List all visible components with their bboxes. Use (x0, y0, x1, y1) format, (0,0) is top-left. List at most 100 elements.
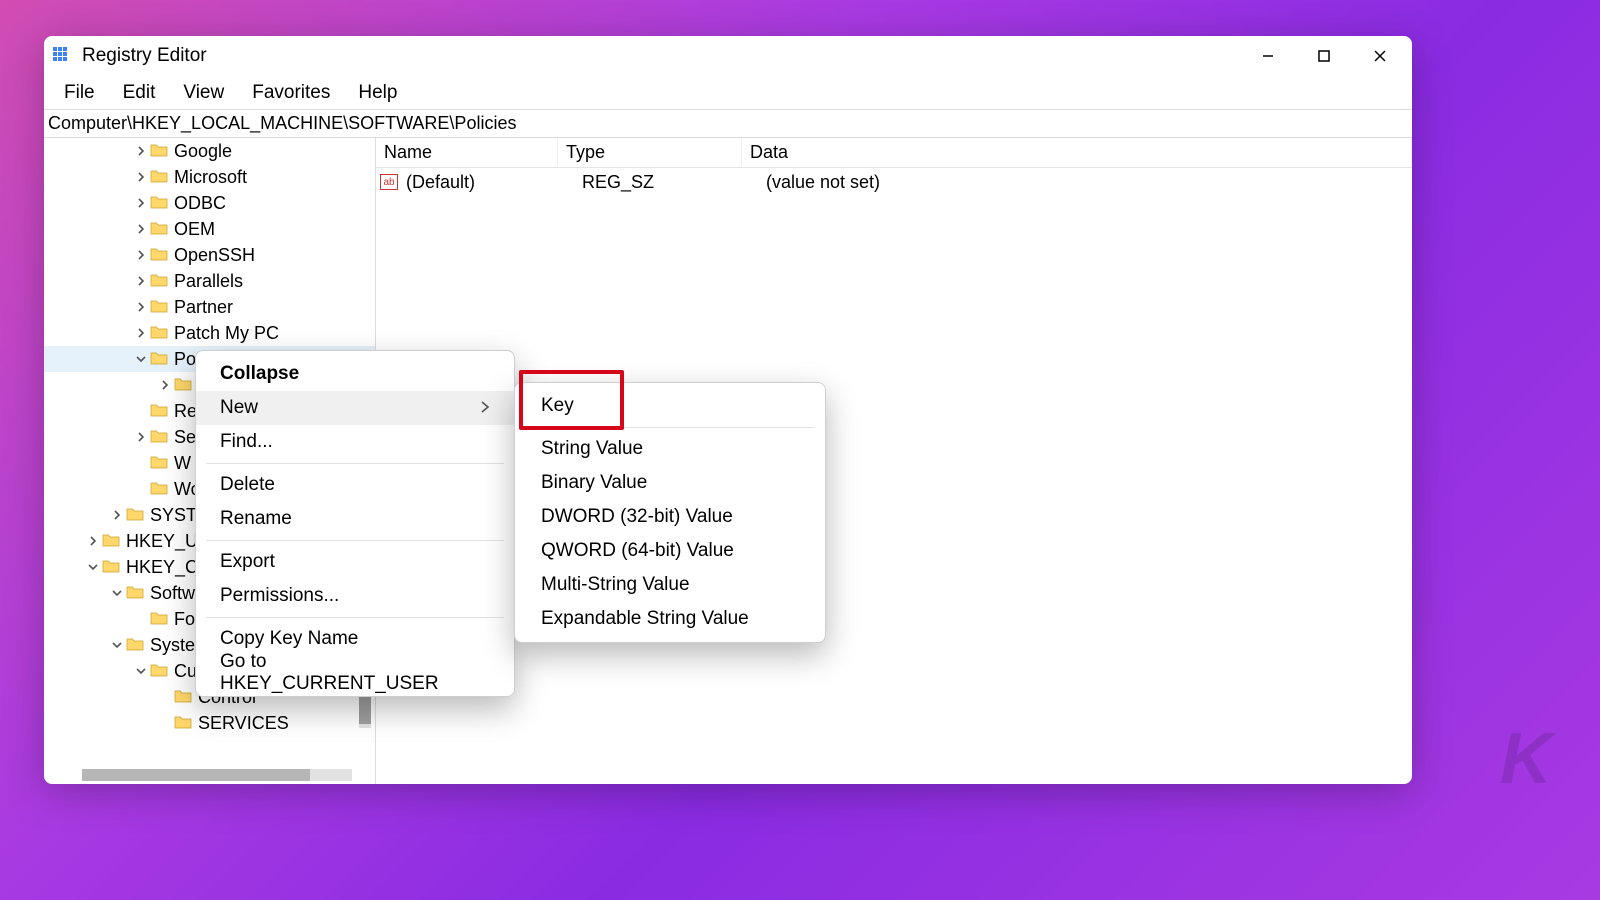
ctx-new[interactable]: New (196, 391, 514, 425)
tree-node[interactable]: SERVICES (44, 710, 375, 736)
chevron-right-icon[interactable] (158, 378, 172, 392)
menu-edit[interactable]: Edit (109, 78, 170, 108)
tree-node-label: Microsoft (174, 167, 247, 188)
tree-node[interactable]: OEM (44, 216, 375, 242)
maximize-button[interactable] (1296, 36, 1352, 76)
tree-node[interactable]: Microsoft (44, 164, 375, 190)
folder-icon (150, 453, 174, 474)
tree-node-label: Softw (150, 583, 195, 604)
tree-node[interactable]: Parallels (44, 268, 375, 294)
window-title: Registry Editor (82, 45, 1240, 67)
folder-icon (150, 141, 174, 162)
tree-node-label: Syste (150, 635, 195, 656)
new-key[interactable]: Key (515, 389, 825, 423)
folder-icon (150, 401, 174, 422)
new-binary-value[interactable]: Binary Value (515, 466, 825, 500)
tree-node-label: Patch My PC (174, 323, 279, 344)
address-bar[interactable]: Computer\HKEY_LOCAL_MACHINE\SOFTWARE\Pol… (44, 110, 1412, 138)
watermark: K (1500, 718, 1548, 800)
folder-icon (150, 193, 174, 214)
ctx-sep-2 (206, 540, 504, 541)
value-data: (value not set) (764, 172, 1412, 193)
value-row[interactable]: ab (Default) REG_SZ (value not set) (376, 168, 1412, 196)
tree-node-label: SERVICES (198, 713, 289, 734)
folder-icon (150, 297, 174, 318)
col-header-data[interactable]: Data (742, 138, 1412, 167)
chevron-down-icon[interactable] (110, 586, 124, 600)
new-dword-value[interactable]: DWORD (32-bit) Value (515, 500, 825, 534)
col-header-name[interactable]: Name (376, 138, 558, 167)
new-expandstring-value[interactable]: Expandable String Value (515, 602, 825, 636)
folder-icon (150, 609, 174, 630)
tree-h-scrollbar[interactable] (82, 769, 352, 781)
chevron-right-icon[interactable] (134, 274, 148, 288)
tree-node-label: OpenSSH (174, 245, 255, 266)
chevron-right-icon[interactable] (134, 248, 148, 262)
folder-icon (102, 531, 126, 552)
folder-icon (150, 167, 174, 188)
tree-node-label: Google (174, 141, 232, 162)
close-button[interactable] (1352, 36, 1408, 76)
new-multistring-value[interactable]: Multi-String Value (515, 568, 825, 602)
chevron-right-icon (480, 397, 490, 419)
tree-node[interactable]: Patch My PC (44, 320, 375, 346)
context-menu: Collapse New Find... Delete Rename Expor… (195, 350, 515, 697)
new-qword-value[interactable]: QWORD (64-bit) Value (515, 534, 825, 568)
app-icon (52, 46, 72, 66)
tree-node-label: Cu (174, 661, 197, 682)
tree-node-label: Parallels (174, 271, 243, 292)
chevron-right-icon[interactable] (134, 300, 148, 314)
ctx-sep-1 (206, 463, 504, 464)
folder-icon (150, 661, 174, 682)
chevron-right-icon[interactable] (86, 534, 100, 548)
new-string-value[interactable]: String Value (515, 432, 825, 466)
tree-node-label: W (174, 453, 191, 474)
folder-icon (126, 583, 150, 604)
folder-icon (150, 479, 174, 500)
tree-node-label: ODBC (174, 193, 226, 214)
ctx-permissions[interactable]: Permissions... (196, 579, 514, 613)
tree-node-label: Po (174, 349, 196, 370)
ctx-delete[interactable]: Delete (196, 468, 514, 502)
folder-icon (150, 245, 174, 266)
ctx-sep-3 (206, 617, 504, 618)
chevron-right-icon[interactable] (134, 170, 148, 184)
ctx-go-to-hkcu[interactable]: Go to HKEY_CURRENT_USER (196, 656, 514, 690)
tree-node[interactable]: Google (44, 138, 375, 164)
chevron-right-icon[interactable] (134, 222, 148, 236)
tree-node-label: Partner (174, 297, 233, 318)
folder-icon (150, 323, 174, 344)
tree-h-scrollthumb[interactable] (82, 769, 310, 781)
submenu-new: Key String Value Binary Value DWORD (32-… (514, 382, 826, 643)
chevron-right-icon[interactable] (134, 196, 148, 210)
tree-node-label: Se (174, 427, 196, 448)
tree-node[interactable]: ODBC (44, 190, 375, 216)
menu-file[interactable]: File (50, 78, 109, 108)
ctx-export[interactable]: Export (196, 545, 514, 579)
value-type: REG_SZ (580, 172, 764, 193)
chevron-down-icon[interactable] (110, 638, 124, 652)
chevron-right-icon[interactable] (134, 144, 148, 158)
value-name: (Default) (404, 172, 580, 193)
folder-icon (102, 557, 126, 578)
minimize-button[interactable] (1240, 36, 1296, 76)
tree-node[interactable]: Partner (44, 294, 375, 320)
ctx-find[interactable]: Find... (196, 425, 514, 459)
menu-view[interactable]: View (169, 78, 238, 108)
chevron-right-icon[interactable] (134, 430, 148, 444)
menu-help[interactable]: Help (344, 78, 411, 108)
chevron-right-icon[interactable] (110, 508, 124, 522)
value-column-headers: Name Type Data (376, 138, 1412, 168)
menu-favorites[interactable]: Favorites (238, 78, 344, 108)
tree-node[interactable]: OpenSSH (44, 242, 375, 268)
ctx-new-label: New (220, 397, 258, 419)
chevron-down-icon[interactable] (134, 664, 148, 678)
ctx-rename[interactable]: Rename (196, 502, 514, 536)
col-header-type[interactable]: Type (558, 138, 742, 167)
chevron-down-icon[interactable] (86, 560, 100, 574)
chevron-right-icon[interactable] (134, 326, 148, 340)
chevron-down-icon[interactable] (134, 352, 148, 366)
tree-node-label: Re (174, 401, 197, 422)
ctx-collapse[interactable]: Collapse (196, 357, 514, 391)
titlebar: Registry Editor (44, 36, 1412, 76)
